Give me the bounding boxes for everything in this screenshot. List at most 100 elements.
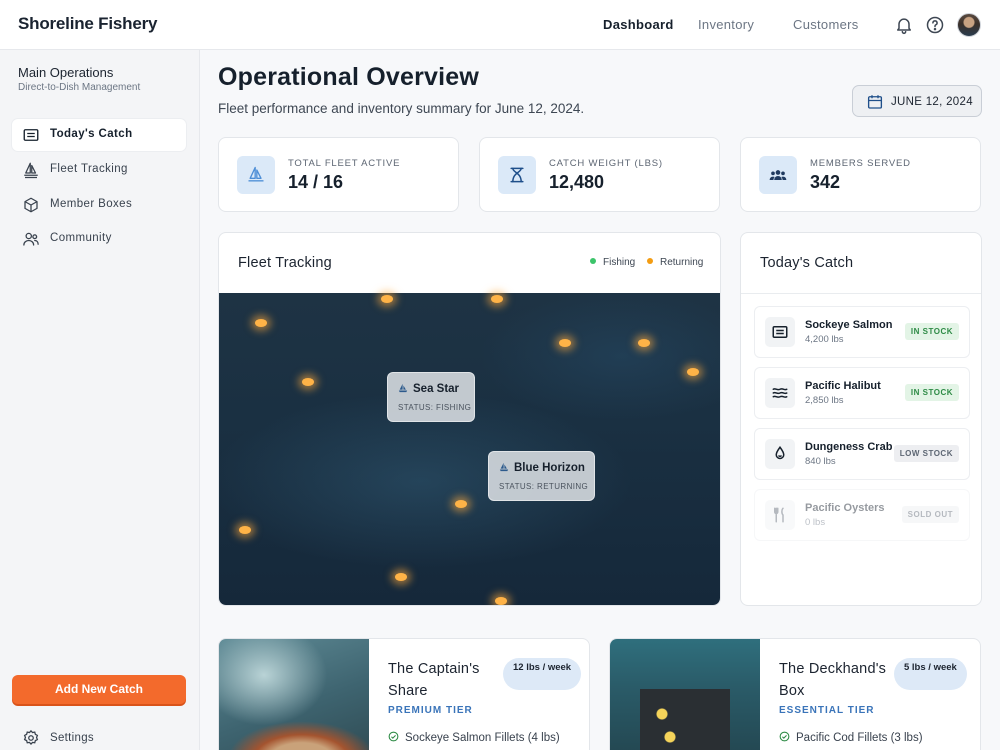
- vessel-popup-blue-horizon[interactable]: Blue Horizon STATUS: RETURNING: [488, 451, 595, 501]
- plan-feature-text: Pacific Cod Fillets (3 lbs): [796, 732, 923, 744]
- sidebar-item-label: Member Boxes: [50, 198, 133, 210]
- plan-weight-badge: 12 lbs / week: [503, 658, 582, 690]
- catch-item[interactable]: Pacific Oysters 0 lbs SOLD OUT: [754, 489, 970, 541]
- stat-icon-box: [498, 156, 536, 194]
- catch-name: Pacific Halibut: [805, 380, 881, 392]
- fish-icon: [772, 326, 788, 338]
- help-icon[interactable]: [925, 15, 945, 35]
- sidebar-subtitle: Direct-to-Dish Management: [18, 82, 141, 93]
- plan-tier: PREMIUM TIER: [388, 705, 473, 716]
- settings-label: Settings: [50, 732, 94, 744]
- catch-name: Sockeye Salmon: [805, 319, 893, 331]
- catch-item[interactable]: Dungeness Crab 840 lbs LOW STOCK: [754, 428, 970, 480]
- sidebar-item-label: Today's Catch: [50, 128, 133, 140]
- stat-value: 14 / 16: [288, 172, 344, 192]
- add-new-catch-button[interactable]: Add New Catch: [12, 675, 186, 704]
- sidebar-item-label: Fleet Tracking: [50, 163, 128, 175]
- boat-marker[interactable]: [495, 597, 507, 605]
- vessel-name-row: Sea Star: [398, 383, 459, 395]
- box-icon: [24, 197, 38, 213]
- boat-marker[interactable]: [638, 339, 650, 347]
- fleet-tracking-panel: Fleet Tracking Fishing Returning Sea Sta…: [218, 232, 721, 606]
- fish-box-icon: [23, 129, 39, 141]
- date-label: JUNE 12, 2024: [891, 96, 973, 108]
- status-badge: SOLD OUT: [901, 506, 959, 523]
- stat-card-fleet-active: TOTAL FLEET ACTIVE 14 / 16: [218, 137, 459, 212]
- vessel-name-row: Blue Horizon: [499, 462, 585, 474]
- stat-icon-box: [759, 156, 797, 194]
- plan-card-captains-share[interactable]: The Captain's Share 12 lbs / week PREMIU…: [218, 638, 590, 750]
- catch-name: Pacific Oysters: [805, 502, 885, 514]
- catch-item[interactable]: Pacific Halibut 2,850 lbs IN STOCK: [754, 367, 970, 419]
- sidebar: Main Operations Direct-to-Dish Managemen…: [0, 50, 200, 750]
- gear-icon: [23, 729, 39, 746]
- boat-marker[interactable]: [455, 500, 467, 508]
- legend-fishing: Fishing: [590, 257, 635, 268]
- catch-icon-box: [765, 317, 795, 347]
- legend-dot: [590, 258, 596, 264]
- waves-icon: [772, 388, 788, 398]
- bell-icon[interactable]: [894, 15, 914, 35]
- status-badge: IN STOCK: [904, 323, 959, 340]
- sidebar-item-fleet-tracking[interactable]: Fleet Tracking: [12, 154, 186, 186]
- legend-dot: [647, 258, 653, 264]
- catch-weight: 840 lbs: [805, 456, 836, 467]
- vessel-status: STATUS: FISHING: [398, 403, 472, 412]
- panel-title: Today's Catch: [760, 255, 854, 271]
- vessel-popup-sea-star[interactable]: Sea Star STATUS: FISHING: [387, 372, 475, 422]
- nav-customers[interactable]: Customers: [793, 17, 859, 32]
- legend-returning: Returning: [647, 257, 703, 268]
- sidebar-item-settings[interactable]: Settings: [12, 726, 186, 750]
- stat-caption: CATCH WEIGHT (LBS): [549, 158, 663, 169]
- boat-marker[interactable]: [302, 378, 314, 386]
- boat-marker[interactable]: [491, 295, 503, 303]
- sidebar-item-community[interactable]: Community: [12, 223, 186, 255]
- sidebar-title: Main Operations: [18, 65, 114, 80]
- group-icon: [769, 170, 787, 180]
- plan-feature-text: Sockeye Salmon Fillets (4 lbs): [405, 732, 560, 744]
- sailboat-icon: [24, 162, 38, 179]
- nav-dashboard[interactable]: Dashboard: [603, 17, 674, 32]
- sidebar-item-todays-catch[interactable]: Today's Catch: [12, 119, 186, 151]
- sidebar-item-member-boxes[interactable]: Member Boxes: [12, 189, 186, 221]
- fleet-map[interactable]: Sea Star STATUS: FISHING Blue Horizon ST…: [219, 293, 720, 605]
- plan-card-deckhands-box[interactable]: The Deckhand's Box 5 lbs / week ESSENTIA…: [609, 638, 981, 750]
- plan-name: The Captain's Share: [388, 661, 480, 699]
- plan-name: The Deckhand's Box: [779, 661, 887, 699]
- brand-logo[interactable]: Shoreline Fishery: [18, 14, 157, 34]
- catch-item[interactable]: Sockeye Salmon 4,200 lbs IN STOCK: [754, 306, 970, 358]
- vessel-status: STATUS: RETURNING: [499, 482, 589, 491]
- catch-weight: 4,200 lbs: [805, 334, 844, 345]
- catch-icon-box: [765, 500, 795, 530]
- vessel-name: Blue Horizon: [514, 462, 585, 474]
- crab-icon: [775, 445, 785, 460]
- page-title: Operational Overview: [218, 63, 480, 91]
- legend-label: Fishing: [603, 257, 636, 268]
- boat-marker[interactable]: [255, 319, 267, 327]
- check-circle-icon: [388, 731, 399, 742]
- legend-label: Returning: [660, 257, 704, 268]
- plan-feature: Sockeye Salmon Fillets (4 lbs): [388, 731, 560, 744]
- catch-icon-box: [765, 439, 795, 469]
- stat-value: 12,480: [549, 172, 605, 192]
- boat-marker[interactable]: [239, 526, 251, 534]
- sailboat-icon: [499, 462, 509, 472]
- boat-marker[interactable]: [687, 368, 699, 376]
- plan-photo: [219, 639, 369, 750]
- nav-inventory[interactable]: Inventory: [698, 17, 754, 32]
- catch-weight: 0 lbs: [805, 517, 826, 528]
- scale-icon: [510, 167, 524, 183]
- date-picker-button[interactable]: JUNE 12, 2024: [852, 85, 982, 117]
- plan-feature: Pacific Cod Fillets (3 lbs): [779, 731, 923, 744]
- stat-card-catch-weight: CATCH WEIGHT (LBS) 12,480: [479, 137, 720, 212]
- catch-icon-box: [765, 378, 795, 408]
- sailboat-icon: [248, 166, 264, 182]
- stat-value: 342: [810, 172, 841, 192]
- avatar[interactable]: [957, 13, 981, 37]
- boat-marker[interactable]: [395, 573, 407, 581]
- boat-marker[interactable]: [559, 339, 571, 347]
- stat-caption: MEMBERS SERVED: [810, 158, 911, 169]
- utensils-icon: [774, 507, 784, 523]
- people-icon: [23, 232, 39, 246]
- boat-marker[interactable]: [381, 295, 393, 303]
